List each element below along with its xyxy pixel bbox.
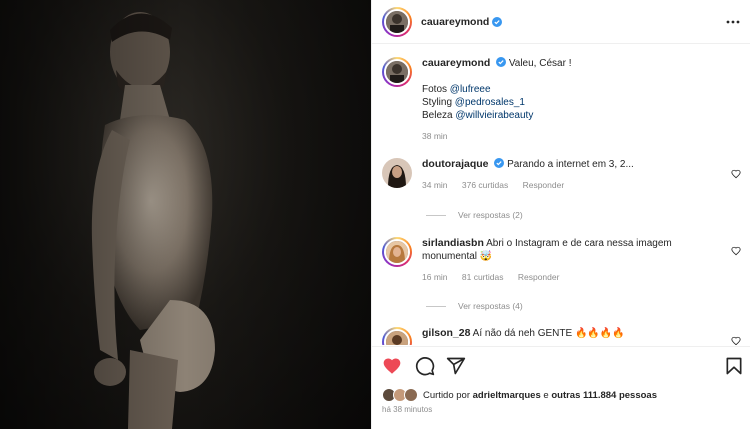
verified-badge-icon — [492, 16, 503, 27]
heart-filled-icon[interactable] — [382, 356, 402, 376]
commenter-avatar — [384, 239, 410, 265]
comment-item: doutorajaque Parando a internet em 3, 2.… — [382, 158, 722, 192]
author-username[interactable]: cauareymond — [421, 16, 489, 28]
post-header: cauareymond — [372, 0, 750, 44]
likes-prefix: Curtido por — [423, 389, 470, 401]
comment-text: Parando a internet em 3, 2... — [507, 159, 634, 170]
reply-button[interactable]: Responder — [523, 180, 565, 190]
credit-label: Beleza — [422, 110, 453, 121]
post-timestamp[interactable]: há 38 minutos — [382, 405, 432, 414]
caption-meta: 38 min — [422, 130, 722, 143]
commenter-avatar[interactable] — [382, 158, 412, 188]
comment-icon[interactable] — [415, 356, 435, 376]
view-replies-label: Ver respostas (4) — [458, 301, 523, 311]
reply-button[interactable]: Responder — [518, 272, 560, 282]
liker-avatar — [404, 388, 418, 402]
credit-mention[interactable]: @pedrosales_1 — [455, 97, 525, 108]
comment-meta: 16 min 81 curtidas Responder — [422, 271, 722, 284]
author-avatar-ring[interactable] — [382, 6, 412, 37]
comment-time[interactable]: 16 min — [422, 272, 448, 282]
comment-item: sirlandiasbn Abri o Instagram e de cara … — [382, 237, 722, 284]
credit-label: Fotos — [422, 84, 448, 95]
credit-mention[interactable]: @lufreee — [450, 84, 491, 95]
liker-username[interactable]: adrieltmarques — [473, 390, 541, 401]
like-comment-icon[interactable] — [731, 246, 741, 256]
caption-text: Valeu, César ! — [508, 58, 572, 69]
replies-divider — [426, 214, 446, 216]
commenter-avatar-ring[interactable] — [382, 237, 412, 267]
likes-conjunction: e — [543, 389, 549, 401]
caption-item: cauareymond Valeu, César ! Fotos @lufree… — [382, 57, 722, 143]
verified-badge-icon — [496, 57, 507, 67]
action-bar — [372, 346, 750, 384]
replies-divider — [426, 305, 446, 307]
liker-avatars[interactable] — [382, 388, 420, 402]
share-icon[interactable] — [446, 356, 466, 376]
view-replies-button[interactable]: Ver respostas (4) — [426, 301, 523, 311]
caption-time[interactable]: 38 min — [422, 131, 448, 141]
caption-username[interactable]: cauareymond — [422, 57, 490, 69]
credit-label: Styling — [422, 97, 453, 108]
view-replies-button[interactable]: Ver respostas (2) — [426, 210, 523, 220]
comment-username[interactable]: doutorajaque — [422, 158, 489, 170]
comments-list: cauareymond Valeu, César ! Fotos @lufree… — [372, 45, 750, 345]
verified-badge-icon — [494, 158, 505, 168]
like-comment-icon[interactable] — [731, 336, 741, 345]
likes-others-count[interactable]: outras 111.884 pessoas — [551, 390, 657, 401]
comment-text: Aí não dá neh GENTE 🔥🔥🔥🔥 — [472, 328, 625, 339]
commenter-avatar — [384, 329, 410, 345]
author-avatar — [384, 8, 410, 35]
comment-time[interactable]: 34 min — [422, 180, 448, 190]
commenter-avatar-ring[interactable] — [382, 327, 412, 345]
post-sidebar: cauareymond cauareymond Valeu, César ! F… — [371, 0, 750, 429]
view-replies-label: Ver respostas (2) — [458, 210, 523, 220]
comment-username[interactable]: gilson_28 — [422, 327, 470, 339]
credit-line: Fotos @lufreee — [422, 83, 722, 96]
caption-author-avatar[interactable] — [382, 57, 412, 87]
comment-likes[interactable]: 376 curtidas — [462, 180, 508, 190]
credit-line: Styling @pedrosales_1 — [422, 96, 722, 109]
comment-likes[interactable]: 81 curtidas — [462, 272, 504, 282]
caption-avatar-image — [384, 59, 410, 85]
comment-username[interactable]: sirlandiasbn — [422, 237, 484, 249]
bookmark-icon[interactable] — [724, 356, 744, 376]
post-photo[interactable] — [0, 0, 371, 429]
credit-mention[interactable]: @willvieirabeauty — [455, 110, 533, 121]
instagram-post: cauareymond cauareymond Valeu, César ! F… — [0, 0, 750, 429]
like-comment-icon[interactable] — [731, 169, 741, 179]
credit-line: Beleza @willvieirabeauty — [422, 109, 722, 122]
comment-item: gilson_28 Aí não dá neh GENTE 🔥🔥🔥🔥 — [382, 327, 722, 345]
photo-figure — [0, 0, 371, 429]
comment-meta: 34 min 376 curtidas Responder — [422, 179, 722, 192]
more-options-icon[interactable] — [725, 15, 741, 29]
likes-summary: Curtido por adrieltmarques e outras 111.… — [382, 388, 657, 402]
